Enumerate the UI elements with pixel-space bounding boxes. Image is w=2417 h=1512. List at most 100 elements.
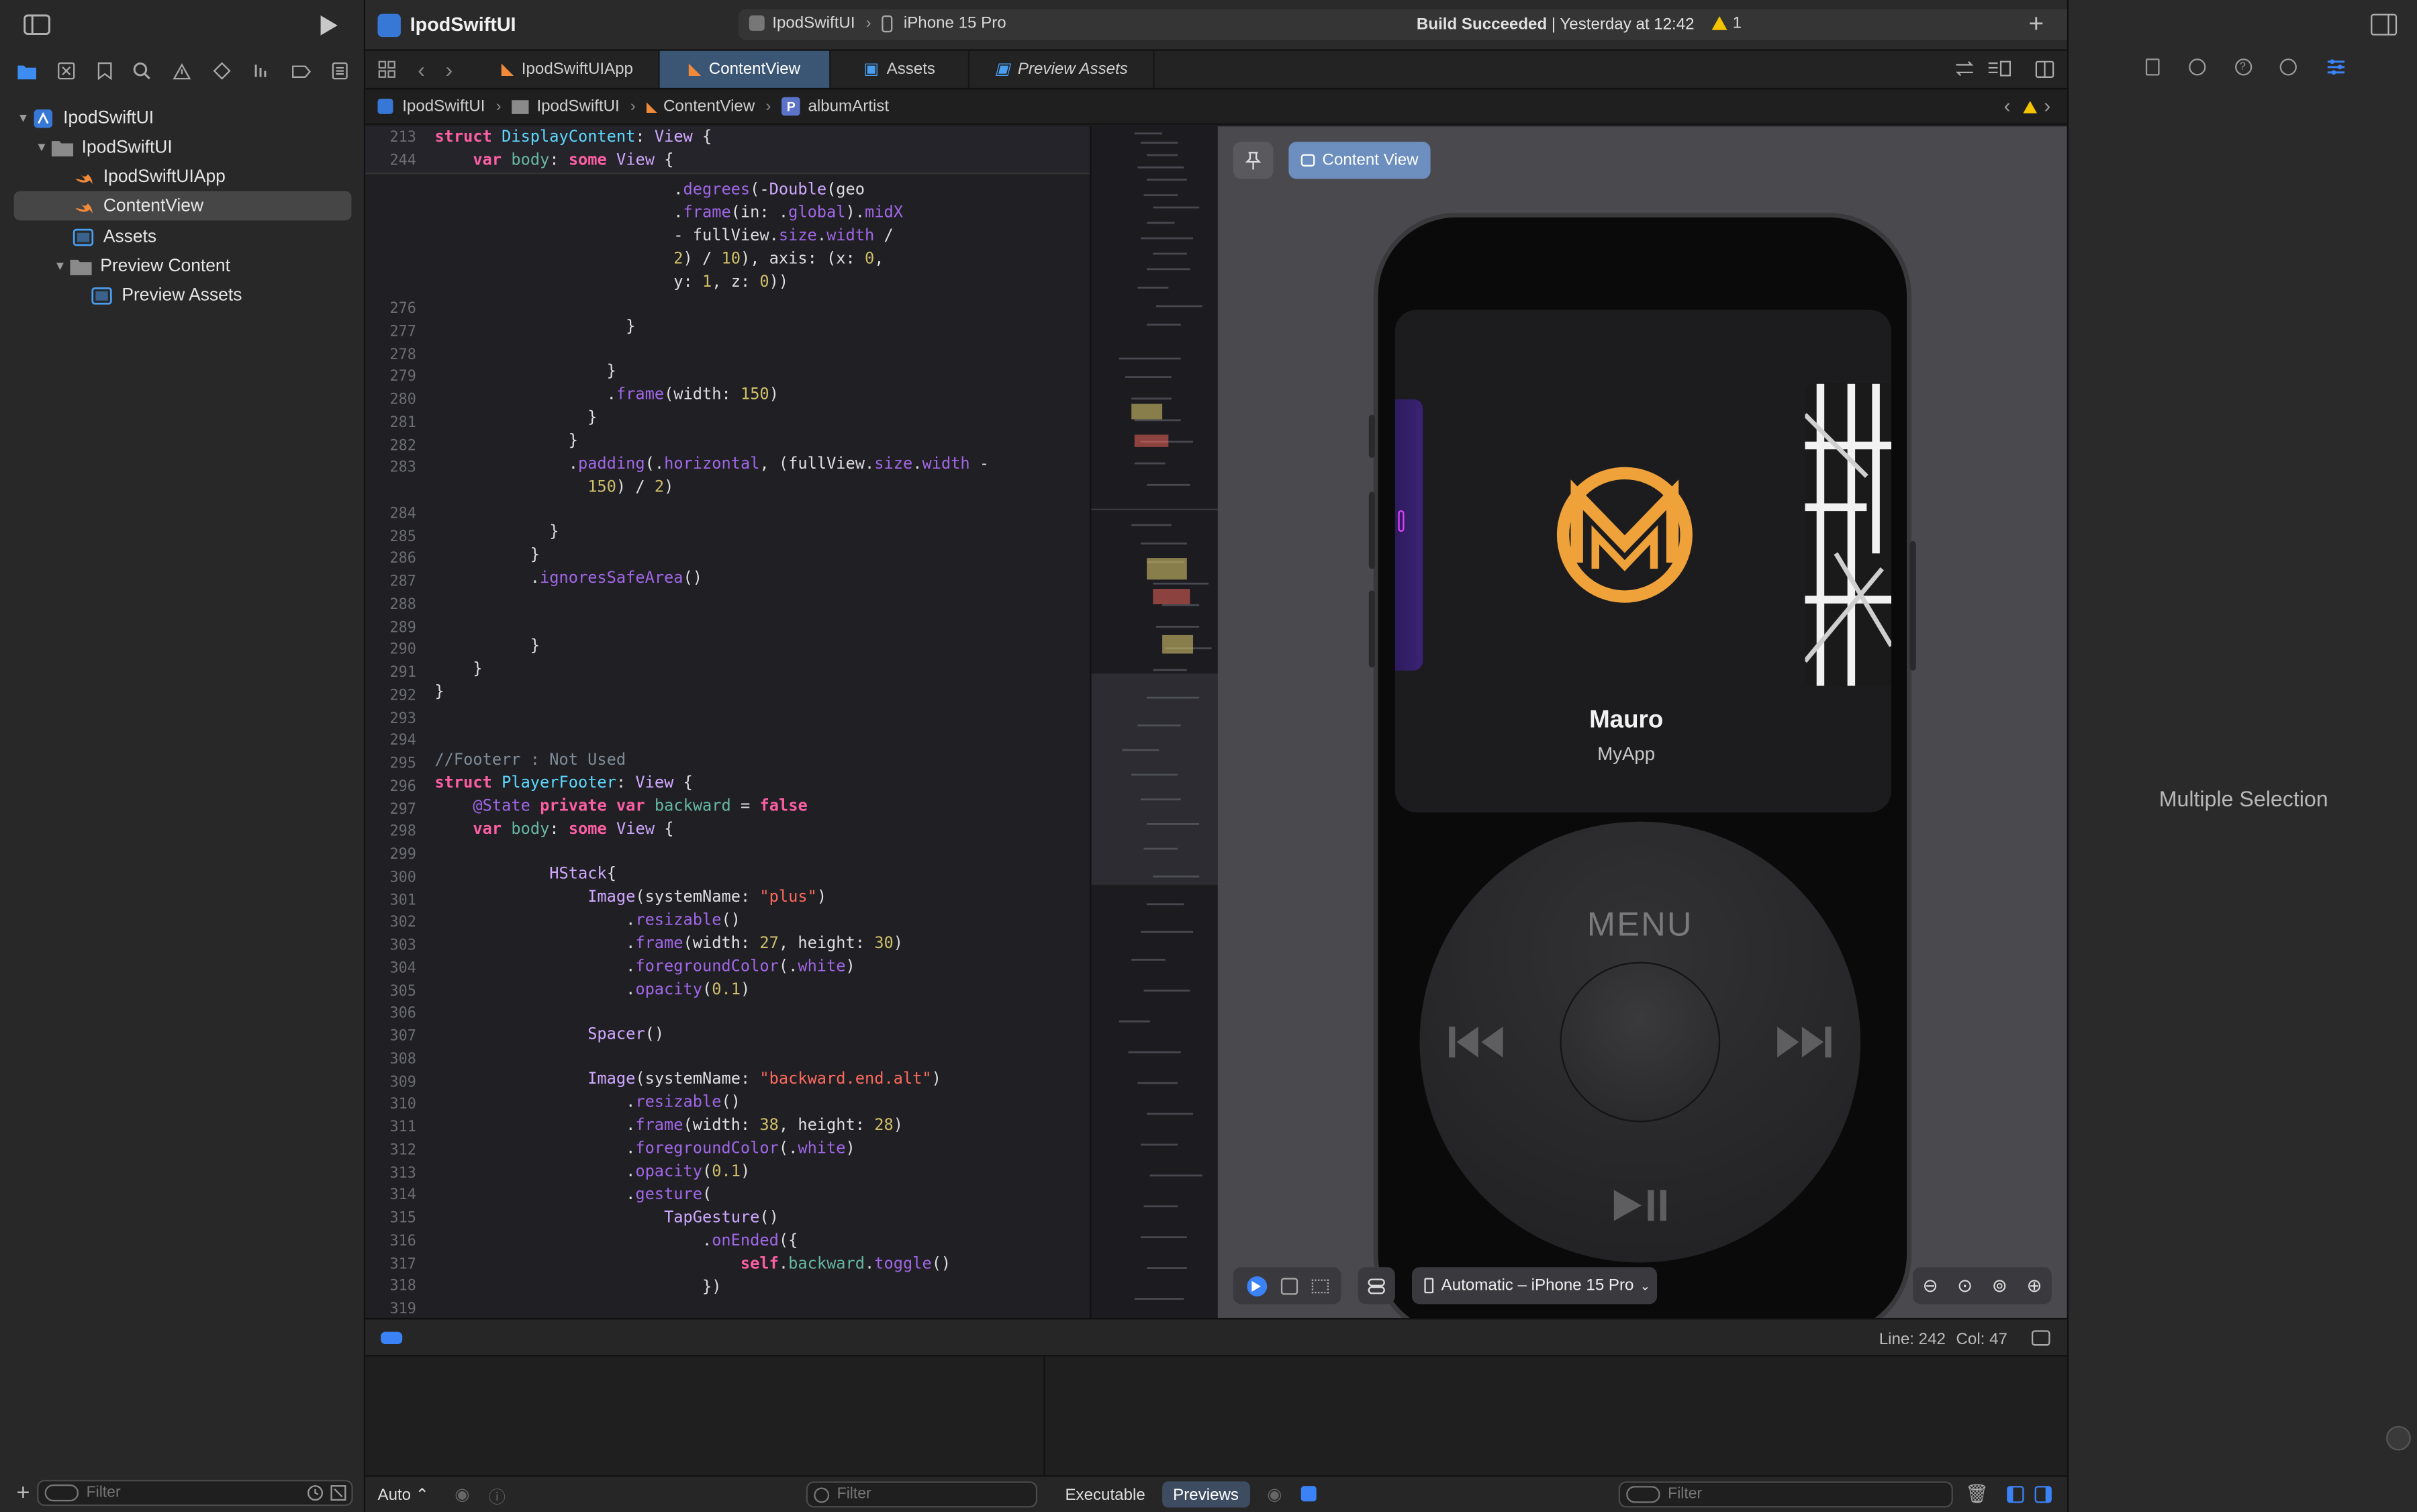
content-view-pin-button[interactable]: Content View [1288,142,1431,179]
scheme-selector[interactable]: IpodSwiftUI › iPhone 15 Pro [749,14,1006,33]
navigator-item[interactable]: ▼ IpodSwiftUI [0,132,365,162]
console-footer: Executable Previews ◉ Filter 🗑 [1045,1475,2067,1512]
tab-assets[interactable]: ▣ Assets [831,50,970,88]
show-console-icon[interactable] [2034,1486,2052,1503]
previews-tab[interactable]: Previews [1162,1481,1250,1508]
breadcrumb-item[interactable]: IpodSwiftUI [536,97,619,116]
breadcrumb-symbol[interactable]: albumArtist [808,97,889,116]
issue-warning-icon[interactable] [173,62,191,79]
zoom-out-icon[interactable]: ⊖ [1922,1275,1938,1296]
debug-icon[interactable] [251,62,270,81]
variants-icon[interactable] [1311,1278,1328,1293]
album-cover-left[interactable] [1394,399,1423,671]
breadcrumb-item[interactable]: IpodSwiftUI [402,97,485,116]
album-cover-right[interactable] [1805,383,1892,686]
destination-label[interactable]: iPhone 15 Pro [904,14,1006,33]
code-line: @State private var backward = false [473,796,808,816]
minimap[interactable] [1090,126,1218,1318]
center-button[interactable] [1560,961,1721,1123]
chevron-down-icon[interactable]: ▼ [34,140,50,154]
zoom-actual-icon[interactable]: ⊙ [1957,1275,1973,1296]
split-editor-icon[interactable] [2035,60,2055,79]
debug-area-toggle-icon[interactable] [381,1331,403,1345]
navigator-item[interactable]: IpodSwiftUIApp [0,162,365,191]
chevron-down-icon[interactable]: ▼ [52,259,68,273]
file-inspector-icon[interactable] [2145,58,2160,76]
editor-options-icon[interactable] [1987,60,2011,77]
power-button [1909,540,1916,671]
grid-icon[interactable] [377,60,396,79]
device-settings-button[interactable] [1358,1267,1395,1305]
live-mode-icon[interactable] [1246,1275,1267,1296]
volume-up-button [1368,491,1375,569]
previous-issue-icon[interactable]: ‹ [2004,94,2011,117]
navigator-item[interactable]: Assets [0,222,365,252]
navigator-item[interactable]: ▼ Preview Content [0,251,365,281]
resize-handle-icon[interactable] [2386,1425,2411,1451]
add-icon[interactable]: + [2028,9,2044,40]
hide-debug-icon[interactable] [2031,1330,2050,1346]
info-icon[interactable]: ⓘ [489,1484,506,1509]
chevron-down-icon[interactable]: ▼ [15,111,31,125]
breadcrumb-item[interactable]: ContentView [663,97,755,116]
trash-icon[interactable]: 🗑 [1965,1483,1989,1505]
inspector-selector-bar: ? [2145,58,2347,76]
forward-chevron-icon[interactable]: › [446,57,453,82]
console-filter-field[interactable]: Filter [1618,1481,1953,1508]
variables-filter-field[interactable]: Filter [806,1481,1038,1508]
code-line: .padding(.horizontal, (fullView.size.wid… [434,455,990,473]
help-inspector-icon[interactable]: ? [2234,58,2252,76]
preview-log-icon[interactable] [1300,1486,1317,1502]
show-variables-icon[interactable] [2007,1486,2024,1503]
tab-ipodswiftuiapp[interactable]: ◣ IpodSwiftUIApp [476,50,660,88]
menu-label[interactable]: MENU [1420,905,1861,945]
inspector-toggle-icon[interactable] [2371,13,2398,36]
test-diamond-icon[interactable] [212,62,231,81]
next-track-icon[interactable] [1774,1023,1833,1060]
line-number: 276 [389,300,416,318]
executable-tab[interactable]: Executable [1065,1486,1145,1505]
sidebar-toggle-icon[interactable] [21,12,52,37]
folder-icon[interactable] [17,62,37,79]
pin-button[interactable] [1233,142,1274,179]
line-number: 303 [389,937,416,955]
navigator-item-selected[interactable]: ContentView [13,191,352,221]
attributes-inspector-icon[interactable] [2326,58,2347,75]
previous-track-icon[interactable] [1448,1023,1506,1060]
click-wheel[interactable]: MENU [1419,821,1861,1263]
device-selector[interactable]: Automatic – iPhone 15 Pro ⌄ [1412,1267,1658,1305]
auto-selector[interactable]: Auto ⌃ [377,1486,429,1505]
navigator-item[interactable]: ▼ IpodSwiftUI [0,103,365,133]
add-icon[interactable]: + [12,1479,34,1505]
bookmark-icon[interactable] [97,62,112,81]
eye-icon[interactable]: ◉ [455,1484,469,1505]
breakpoint-icon[interactable] [291,64,311,78]
zoom-in-icon[interactable]: ⊕ [2026,1275,2042,1296]
navigator-filter-field[interactable]: Filter [37,1480,353,1507]
back-chevron-icon[interactable]: ‹ [418,57,425,82]
play-pause-icon[interactable] [1611,1188,1669,1223]
navigator-item[interactable]: Preview Assets [0,281,365,310]
navigator-item-label: Preview Assets [122,285,242,305]
zoom-fit-icon[interactable]: ⊚ [1992,1275,2007,1296]
source-control-icon[interactable] [58,62,77,81]
variables-footer: Auto ⌃ ◉ ⓘ Filter [365,1475,1045,1512]
search-icon[interactable] [133,62,152,81]
tab-contentview[interactable]: ◣ ContentView [659,50,831,88]
history-inspector-icon[interactable] [2188,58,2206,76]
accessibility-inspector-icon[interactable] [2280,58,2297,76]
next-issue-icon[interactable]: › [2044,94,2050,117]
line-number: 288 [389,596,416,614]
warning-icon[interactable] [2022,100,2038,114]
recent-files-icon[interactable] [307,1484,324,1501]
warning-indicator[interactable]: 1 [1711,14,1742,32]
tab-preview-assets[interactable]: ▣ Preview Assets [969,50,1155,88]
swap-icon[interactable] [1954,60,1975,77]
selectable-mode-icon[interactable] [1280,1277,1297,1294]
code-line: 2) / 10), axis: (x: 0, [673,249,884,269]
source-editor[interactable]: 213 struct DisplayContent: View { 244 va… [365,126,1090,1318]
run-button[interactable] [313,11,344,38]
eye-icon[interactable]: ◉ [1267,1484,1282,1505]
report-icon[interactable] [332,62,348,81]
scm-filter-icon[interactable] [330,1484,346,1501]
